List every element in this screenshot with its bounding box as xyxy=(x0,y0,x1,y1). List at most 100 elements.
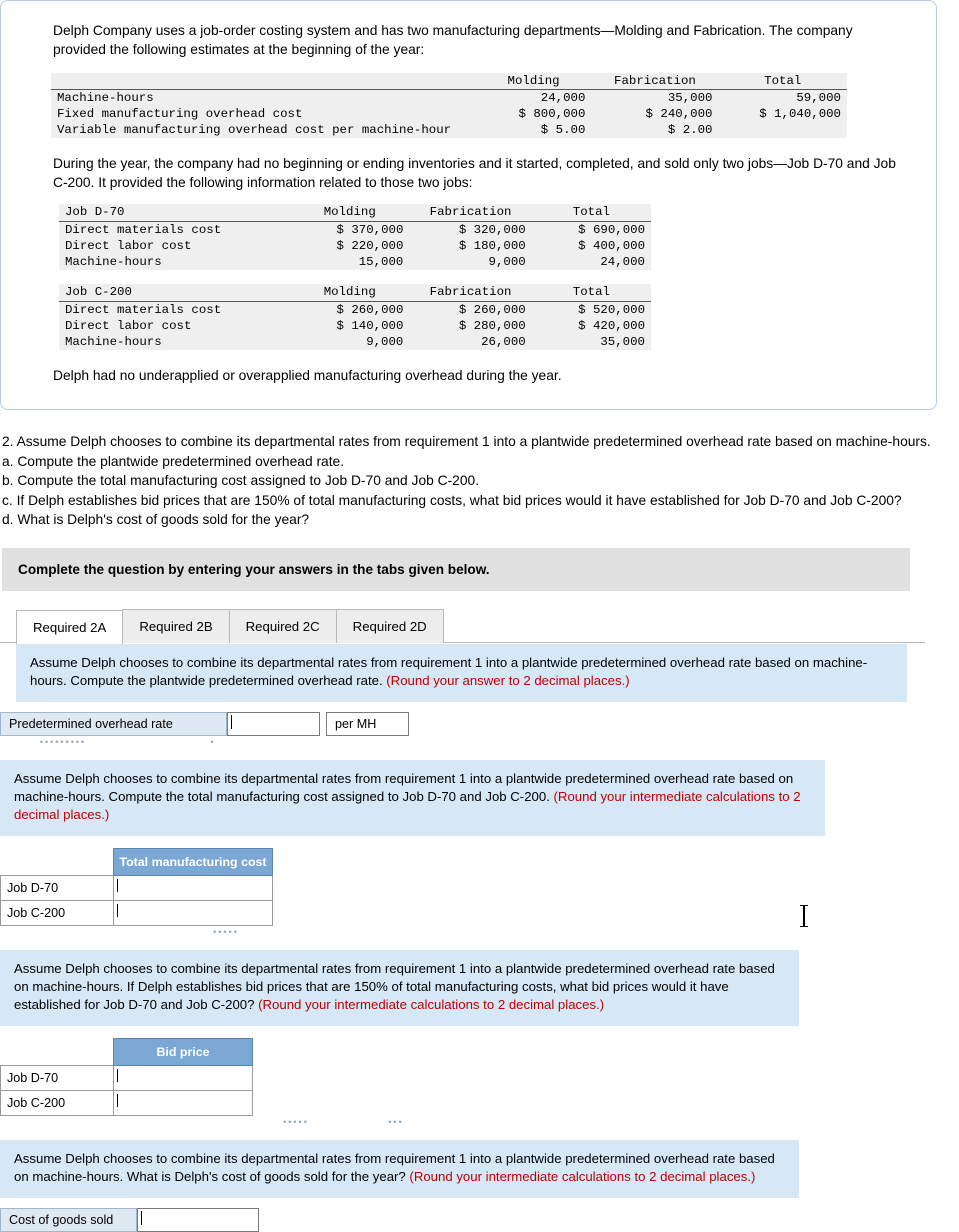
requirement-line-1: 2. Assume Delph chooses to combine its d… xyxy=(2,434,931,449)
instruction-2c-rounding: (Round your intermediate calculations to… xyxy=(258,996,605,1012)
job-d70-header-molding: Molding xyxy=(290,204,410,222)
row-value-total: $ 690,000 xyxy=(578,223,645,237)
row-label: Direct labor cost xyxy=(65,239,192,253)
row-value-fabrication: $ 2.00 xyxy=(667,123,713,137)
resize-grip[interactable]: • xyxy=(158,737,268,746)
job-c200-header-molding: Molding xyxy=(290,284,410,302)
requirement-line-d: d. What is Delph's cost of goods sold fo… xyxy=(2,512,310,527)
tab-required-2c[interactable]: Required 2C xyxy=(228,608,337,643)
empty-corner-cell xyxy=(1,1038,114,1065)
column-header-bid-price: Bid price xyxy=(113,1037,253,1066)
text-cursor-pointer xyxy=(800,905,808,927)
text-caret xyxy=(117,1093,118,1107)
tab-required-2d[interactable]: Required 2D xyxy=(335,608,444,643)
row-value-total: $ 1,040,000 xyxy=(759,107,841,121)
job-d70-header-fabrication: Fabrication xyxy=(409,204,532,222)
job-c200-header-fabrication: Fabrication xyxy=(409,284,532,302)
row-label: Direct labor cost xyxy=(65,319,192,333)
job-c200-header-total: Total xyxy=(531,284,651,302)
text-caret xyxy=(141,1210,142,1225)
row-label-job-d70-bid: Job D-70 xyxy=(0,1064,114,1091)
job-d70-title: Job D-70 xyxy=(59,204,291,222)
row-label-job-d70: Job D-70 xyxy=(0,874,114,901)
estimates-header-blank xyxy=(51,73,476,90)
predetermined-overhead-rate-input[interactable] xyxy=(227,711,320,736)
row-label: Machine-hours xyxy=(57,91,154,105)
complete-question-banner: Complete the question by entering your a… xyxy=(2,547,910,591)
estimates-header-fabrication: Fabrication xyxy=(591,73,719,90)
table-row: Direct labor cost $ 220,000 $ 180,000 $ … xyxy=(59,238,651,254)
row-value-total: $ 400,000 xyxy=(578,239,645,253)
text-caret xyxy=(117,878,118,892)
row-value-total: $ 520,000 xyxy=(578,303,645,317)
table-row: Job C-200 xyxy=(0,1089,253,1116)
text-caret xyxy=(231,714,232,729)
table-row: Direct materials cost $ 370,000 $ 320,00… xyxy=(59,221,651,238)
resize-grips-b: ••••• xyxy=(186,926,386,936)
row-value-total: 59,000 xyxy=(796,91,841,105)
row-value-fabrication: $ 320,000 xyxy=(458,223,526,237)
resize-grip[interactable]: ••••••••• xyxy=(8,737,118,746)
row-value-molding: $ 5.00 xyxy=(540,123,586,137)
row-value-fabrication: 9,000 xyxy=(488,255,526,269)
table-row: Machine-hours 9,000 26,000 35,000 xyxy=(59,334,651,350)
resize-grip[interactable]: ••• xyxy=(366,1117,426,1126)
tab-required-2a[interactable]: Required 2A xyxy=(16,609,124,644)
table-header-row: Total manufacturing cost xyxy=(1,847,273,876)
input-bid-price-job-d70[interactable] xyxy=(113,1064,253,1091)
total-manufacturing-cost-table: Total manufacturing cost Job D-70 Job C-… xyxy=(0,847,273,926)
table-row: Job D-70 xyxy=(0,1064,253,1091)
job-d70-header-total: Total xyxy=(531,204,651,222)
input-total-cost-job-d70[interactable] xyxy=(113,874,273,901)
per-mh-unit-label: per MH xyxy=(326,711,409,736)
resize-grip[interactable]: ••••• xyxy=(186,927,266,936)
job-d70-table: Job D-70 Molding Fabrication Total Direc… xyxy=(59,204,651,270)
row-label-job-c200-bid: Job C-200 xyxy=(0,1089,114,1116)
row-value-molding: $ 370,000 xyxy=(336,223,404,237)
row-value-molding: 9,000 xyxy=(366,335,404,349)
job-d70-header-row: Job D-70 Molding Fabrication Total xyxy=(59,204,651,222)
cost-of-goods-sold-input[interactable] xyxy=(137,1207,259,1232)
column-header-total-manufacturing-cost: Total manufacturing cost xyxy=(113,847,273,876)
problem-intro-text: Delph Company uses a job-order costing s… xyxy=(53,23,853,57)
page-root: Delph Company uses a job-order costing s… xyxy=(0,0,959,1232)
cost-of-goods-sold-label: Cost of goods sold xyxy=(0,1207,137,1232)
table-row: Variable manufacturing overhead cost per… xyxy=(51,122,847,138)
row-value-total: $ 420,000 xyxy=(578,319,645,333)
problem-closing-text: Delph had no underapplied or overapplied… xyxy=(53,368,562,383)
input-total-cost-job-c200[interactable] xyxy=(113,899,273,926)
instruction-2c: Assume Delph chooses to combine its depa… xyxy=(0,949,799,1026)
tab-required-2b[interactable]: Required 2B xyxy=(122,608,230,643)
row-value-molding: $ 220,000 xyxy=(336,239,404,253)
bid-price-table: Bid price Job D-70 Job C-200 xyxy=(0,1037,253,1116)
empty-corner-cell xyxy=(1,848,114,875)
table-row: Direct labor cost $ 140,000 $ 280,000 $ … xyxy=(59,318,651,334)
requirement-line-b: b. Compute the total manufacturing cost … xyxy=(2,473,480,488)
resize-grip[interactable]: ••••• xyxy=(266,1117,326,1126)
input-bid-price-job-c200[interactable] xyxy=(113,1089,253,1116)
answers-area: Assume Delph chooses to combine its depa… xyxy=(0,643,959,1232)
row-label: Machine-hours xyxy=(65,335,162,349)
estimates-table: Molding Fabrication Total Machine-hours … xyxy=(51,73,847,138)
instruction-2d-rounding: (Round your intermediate calculations to… xyxy=(409,1168,756,1184)
tab-bar: Required 2A Required 2B Required 2C Requ… xyxy=(16,608,959,644)
row-value-fabrication: 35,000 xyxy=(667,91,713,105)
resize-grips-c: ••••• ••• xyxy=(266,1116,466,1126)
instruction-2b: Assume Delph chooses to combine its depa… xyxy=(0,759,825,836)
row-value-molding: $ 140,000 xyxy=(336,319,404,333)
row-value-molding: $ 260,000 xyxy=(336,303,404,317)
row-value-fabrication: $ 260,000 xyxy=(458,303,526,317)
row-value-total xyxy=(718,122,847,138)
table-header-row: Bid price xyxy=(1,1037,253,1066)
row-label: Direct materials cost xyxy=(65,223,222,237)
row-value-fabrication: $ 280,000 xyxy=(458,319,526,333)
problem-mid-text: During the year, the company had no begi… xyxy=(53,156,896,190)
job-c200-table: Job C-200 Molding Fabrication Total Dire… xyxy=(59,284,651,350)
requirement-line-a: a. Compute the plantwide predetermined o… xyxy=(2,453,345,469)
row-value-molding: 15,000 xyxy=(358,255,404,269)
job-c200-title: Job C-200 xyxy=(59,284,291,302)
row-value-fabrication: 26,000 xyxy=(481,335,526,349)
row-label: Fixed manufacturing overhead cost xyxy=(57,107,303,121)
table-row: Job D-70 xyxy=(0,874,273,901)
table-row: Job C-200 xyxy=(0,899,273,926)
